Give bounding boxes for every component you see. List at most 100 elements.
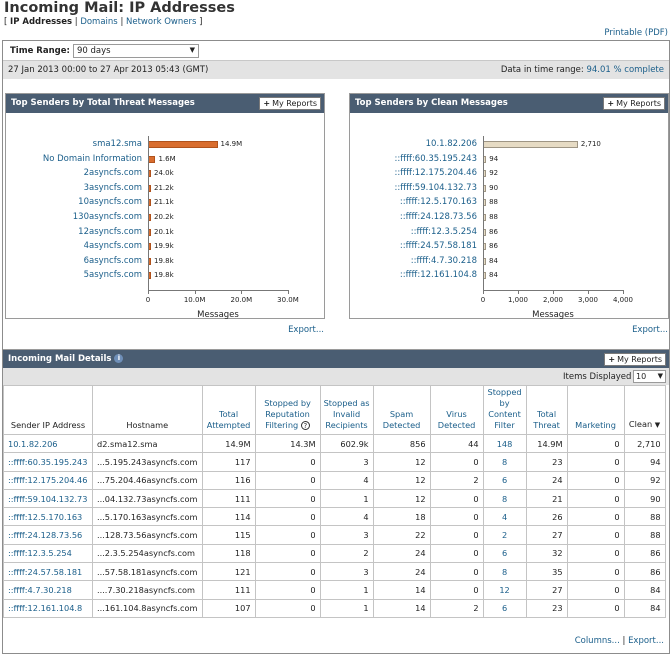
bar-label[interactable]: ::ffff:12.175.204.46	[350, 168, 478, 178]
bar[interactable]	[483, 141, 578, 148]
cell-stopped-content-filter[interactable]: 6	[482, 470, 527, 490]
items-displayed-select[interactable]: 10 ▼	[633, 370, 666, 383]
cell-sender-ip[interactable]: ::ffff:59.104.132.73	[3, 488, 93, 509]
cell-clean: 84	[623, 598, 666, 618]
footer-separator: |	[622, 636, 626, 646]
details-table-body: 10.1.82.206 d2.sma12.sma 14.9M 14.3M 602.9k 8…	[3, 433, 666, 618]
nav-bracket-close: ]	[199, 17, 203, 27]
cell-clean: 84	[623, 580, 666, 600]
columns-link[interactable]: Columns...	[575, 636, 620, 646]
cell-stopped-reputation: 0	[254, 525, 321, 545]
cell-stopped-content-filter[interactable]: 2	[482, 525, 527, 545]
col-clean[interactable]: Clean ▼	[623, 385, 666, 435]
my-reports-button[interactable]: + My Reports	[604, 353, 666, 366]
bar-label[interactable]: 4asyncfs.com	[6, 241, 142, 251]
col-total-threat[interactable]: Total Threat	[525, 385, 568, 435]
my-reports-button[interactable]: + My Reports	[603, 97, 665, 110]
bar[interactable]	[148, 141, 218, 148]
cell-sender-ip[interactable]: 10.1.82.206	[3, 433, 93, 454]
bar-label[interactable]: 3asyncfs.com	[6, 183, 142, 193]
col-stopped-content-filter[interactable]: Stopped by Content Filter	[482, 385, 527, 435]
col-total-attempted[interactable]: Total Attempted	[201, 385, 256, 435]
cell-virus-detected: 0	[429, 580, 484, 600]
nav-network-owners-link[interactable]: Network Owners	[126, 17, 196, 27]
col-virus-detected[interactable]: Virus Detected	[429, 385, 484, 435]
cell-hostname: ...128.73.56asyncfs.com	[92, 525, 203, 545]
bar-value-label: 21.2k	[154, 183, 174, 192]
table-row: ::ffff:12.3.5.254 ...2.3.5.254asyncfs.com…	[3, 543, 666, 564]
cell-stopped-content-filter[interactable]: 8	[482, 562, 527, 582]
col-stopped-reputation[interactable]: Stopped by Reputation Filtering ?	[254, 385, 321, 435]
cell-sender-ip[interactable]: ::ffff:4.7.30.218	[3, 580, 93, 600]
x-tick-label: 3,000	[577, 296, 599, 304]
cell-spam-detected: 14	[372, 598, 431, 618]
cell-spam-detected: 12	[372, 488, 431, 509]
bar-label[interactable]: 12asyncfs.com	[6, 227, 142, 237]
bar-value-label: 94	[489, 154, 499, 163]
cell-stopped-content-filter[interactable]: 4	[482, 507, 527, 527]
nav-ip-addresses: IP Addresses	[10, 17, 73, 27]
cell-total-threat: 21	[525, 488, 568, 509]
help-icon[interactable]: ?	[300, 421, 310, 430]
bar-label[interactable]: sma12.sma	[6, 139, 142, 149]
cell-sender-ip[interactable]: ::ffff:12.161.104.8	[3, 598, 93, 618]
x-tick-label: 30.0M	[277, 296, 299, 304]
data-complete-link[interactable]: 94.01 % complete	[586, 65, 664, 75]
cell-stopped-invalid: 4	[319, 507, 374, 527]
my-reports-button[interactable]: + My Reports	[259, 97, 321, 110]
bar-label[interactable]: ::ffff:60.35.195.243	[350, 154, 478, 164]
cell-stopped-content-filter[interactable]: 12	[482, 580, 527, 600]
printable-pdf-link[interactable]: Printable (PDF)	[604, 28, 668, 38]
bar-label[interactable]: 130asyncfs.com	[6, 212, 142, 222]
cell-stopped-reputation: 0	[254, 452, 321, 472]
bar-label[interactable]: 2asyncfs.com	[6, 168, 142, 178]
table-row: ::ffff:12.175.204.46 ...75.204.46asyncfs.…	[3, 470, 666, 490]
cell-clean: 88	[623, 525, 666, 545]
bar-label[interactable]: No Domain Information	[6, 154, 142, 164]
col-stopped-invalid[interactable]: Stopped as Invalid Recipients	[319, 385, 374, 435]
export-link[interactable]: Export...	[628, 636, 664, 646]
bar-label[interactable]: ::ffff:24.57.58.181	[350, 241, 477, 251]
bar-label[interactable]: ::ffff:12.161.104.8	[350, 270, 477, 280]
cell-stopped-content-filter[interactable]: 6	[482, 598, 527, 618]
bar-label[interactable]: 10.1.82.206	[350, 139, 477, 149]
cell-sender-ip[interactable]: ::ffff:24.128.73.56	[3, 525, 93, 545]
bar-label[interactable]: 6asyncfs.com	[6, 256, 142, 266]
cell-sender-ip[interactable]: ::ffff:12.5.170.163	[3, 507, 93, 527]
cell-sender-ip[interactable]: ::ffff:12.175.204.46	[3, 470, 93, 490]
bar[interactable]	[148, 155, 156, 163]
cell-stopped-content-filter[interactable]: 8	[482, 488, 527, 509]
nav-domains-link[interactable]: Domains	[80, 17, 117, 27]
cell-total-attempted: 115	[201, 525, 256, 545]
bar-label[interactable]: 5asyncfs.com	[6, 270, 142, 280]
export-link[interactable]: Export...	[632, 325, 668, 335]
bar-label[interactable]: ::ffff:12.5.170.163	[350, 197, 477, 207]
cell-marketing: 0	[566, 507, 625, 527]
cell-hostname: ...57.58.181asyncfs.com	[92, 562, 203, 582]
bar-label[interactable]: ::ffff:24.128.73.56	[350, 212, 477, 222]
export-link[interactable]: Export...	[288, 325, 324, 335]
info-icon[interactable]: i	[114, 354, 124, 363]
time-range-select[interactable]: 90 days ▼	[73, 44, 199, 58]
cell-stopped-content-filter[interactable]: 6	[482, 543, 527, 564]
cell-spam-detected: 24	[372, 543, 431, 564]
cell-spam-detected: 12	[372, 470, 431, 490]
bar-label[interactable]: ::ffff:12.3.5.254	[350, 227, 477, 237]
bar-value-label: 86	[489, 227, 498, 236]
col-marketing[interactable]: Marketing	[566, 385, 625, 435]
bar-label[interactable]: ::ffff:59.104.132.73	[350, 183, 478, 193]
cell-sender-ip[interactable]: ::ffff:60.35.195.243	[3, 452, 93, 472]
cell-marketing: 0	[566, 488, 625, 509]
cell-sender-ip[interactable]: ::ffff:24.57.58.181	[3, 562, 93, 582]
time-range-row: Time Range: 90 days ▼	[3, 41, 669, 61]
col-spam-detected[interactable]: Spam Detected	[372, 385, 431, 435]
table-row: ::ffff:12.5.170.163 ...5.170.163asyncfs.c…	[3, 507, 666, 527]
bar-value-label: 90	[489, 183, 499, 192]
cell-total-threat: 26	[525, 507, 568, 527]
bar-label[interactable]: 10asyncfs.com	[6, 197, 142, 207]
cell-stopped-content-filter[interactable]: 8	[482, 452, 527, 472]
cell-stopped-content-filter[interactable]: 148	[482, 433, 527, 454]
plus-icon: +	[608, 355, 616, 364]
bar-label[interactable]: ::ffff:4.7.30.218	[350, 256, 477, 266]
cell-sender-ip[interactable]: ::ffff:12.3.5.254	[3, 543, 93, 564]
